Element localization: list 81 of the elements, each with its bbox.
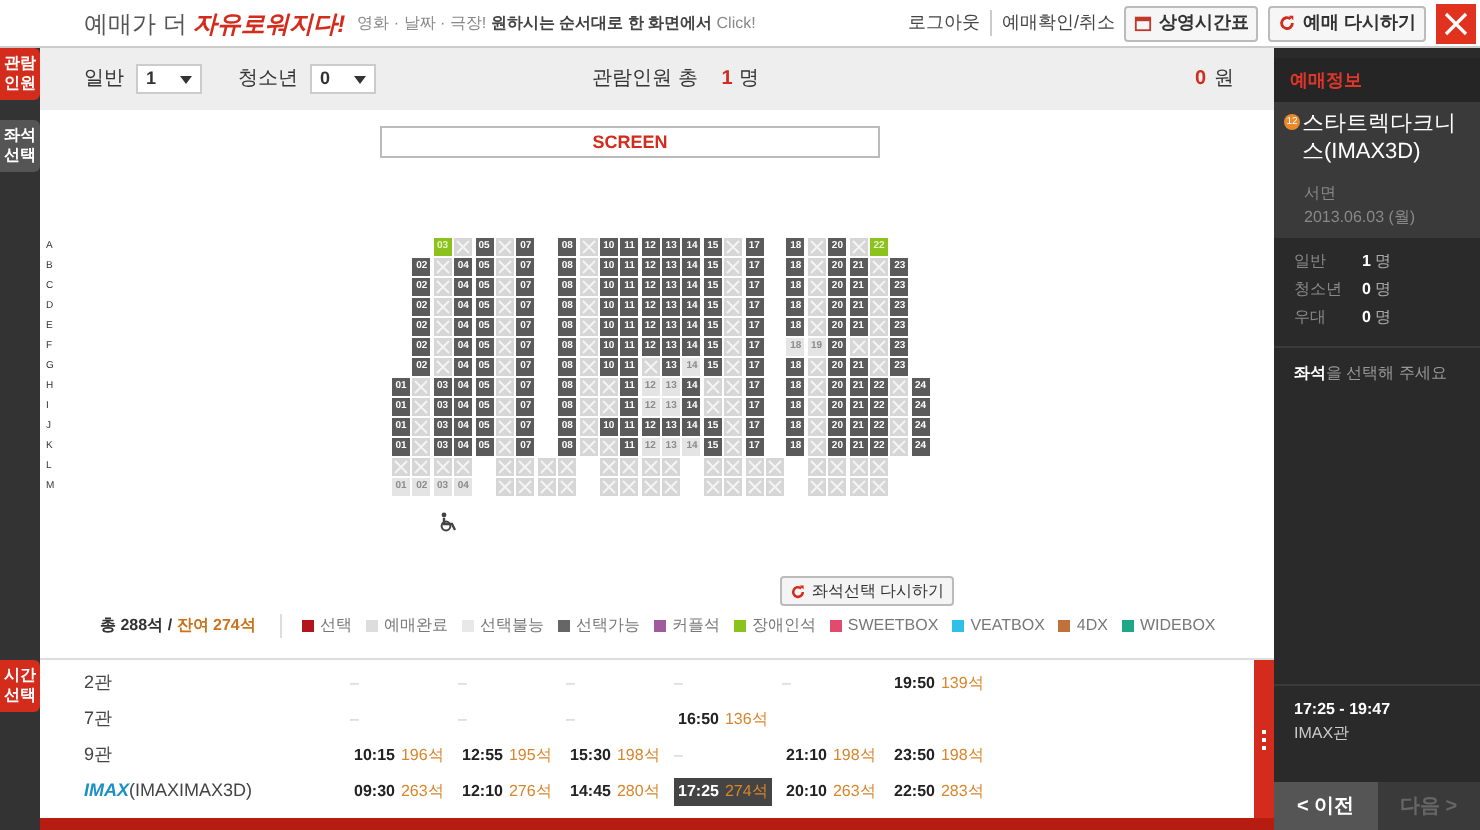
header-link[interactable]: 로그아웃 (907, 9, 980, 37)
seat-prompt: 좌석을 선택해 주세요 (1292, 362, 1449, 384)
scrollbar[interactable] (1254, 660, 1274, 818)
total-unit: 명 (738, 66, 759, 94)
price: 0 (1194, 66, 1206, 94)
caret-icon (354, 75, 366, 83)
header-button[interactable]: 상영시간표 (1124, 5, 1259, 41)
showtime-button[interactable]: 17:25 274석 (674, 778, 772, 806)
close-button[interactable] (1436, 3, 1476, 43)
legend-label: 선택불능 (479, 614, 544, 638)
wheelchair-icon (438, 512, 462, 532)
hall-name: (IMAXIMAX3D) (129, 778, 253, 805)
showtime-button[interactable]: 20:10 263석 (782, 778, 880, 806)
showtime-button[interactable]: 14:45 280석 (566, 778, 664, 806)
showtime-button[interactable]: 23:50 198석 (890, 742, 988, 770)
legend-label: WIDEBOX (1139, 614, 1216, 638)
ticket-label: 일반 (1294, 250, 1328, 274)
movie-title: 스타트렉다크니스(IMAX3D) (1302, 110, 1458, 166)
showtime-button[interactable]: 19:50 139석 (890, 670, 988, 698)
no-showtime: – (458, 672, 467, 696)
legend-label: 커플석 (671, 614, 720, 638)
step-tab[interactable]: 좌석선택 (0, 120, 40, 172)
ticket-label: 우대 (1294, 306, 1328, 330)
show-date: 2013.06.03 (월) (1302, 206, 1418, 230)
theater-name: 서면 (1302, 182, 1338, 206)
legend-label: 장애인석 (751, 614, 816, 638)
no-showtime: – (350, 708, 359, 732)
nav-button[interactable]: < 이전 (1274, 782, 1377, 830)
caret-icon (180, 75, 192, 83)
header-link[interactable]: 예매확인/취소 (989, 9, 1115, 37)
showtime-button[interactable]: 12:55 195석 (458, 742, 556, 770)
no-showtime: – (458, 708, 467, 732)
hall-label: IMAX관 (1294, 722, 1352, 746)
show-time: 17:25 - 19:47 (1294, 698, 1393, 722)
reset-seats-button[interactable]: 좌석선택 다시하기 (780, 576, 955, 606)
price-unit: 원 (1214, 66, 1234, 94)
count-dropdown[interactable]: 0 (310, 64, 376, 94)
calendar-icon (1134, 14, 1153, 32)
audience-label: 일반 (84, 66, 124, 94)
total-count: 1 (721, 66, 733, 94)
seat-count: 총 288석 / 잔여 274석 (100, 614, 256, 638)
header-button[interactable]: 예매 다시하기 (1268, 5, 1426, 41)
total-label: 관람인원 총 (592, 66, 698, 94)
refresh-icon (790, 583, 806, 599)
step-tab[interactable]: 시간선택 (0, 660, 40, 712)
hall-logo: IMAX (84, 778, 129, 805)
step-tab[interactable]: 관람인원 (0, 48, 40, 100)
ticket-count: 1 명 (1362, 250, 1392, 274)
no-showtime: – (782, 672, 791, 696)
audience-label: 청소년 (238, 66, 298, 94)
showtime-button[interactable]: 16:50 136석 (674, 706, 772, 734)
refresh-icon (1278, 14, 1297, 32)
hall-name: 9관 (84, 742, 113, 769)
legend-label: 선택가능 (575, 614, 640, 638)
close-icon (1444, 11, 1468, 35)
hall-name: 7관 (84, 706, 113, 733)
showtime-button[interactable]: 15:30 198석 (566, 742, 664, 770)
no-showtime: – (350, 672, 359, 696)
legend-label: 예매완료 (383, 614, 448, 638)
showtime-button[interactable]: 10:15 196석 (350, 742, 448, 770)
ticket-count: 0 명 (1362, 306, 1392, 330)
showtime-button[interactable]: 21:10 198석 (782, 742, 880, 770)
showtime-button[interactable]: 22:50 283석 (890, 778, 988, 806)
ticket-label: 청소년 (1294, 278, 1344, 302)
showtime-button[interactable]: 09:30 263석 (350, 778, 448, 806)
tagline: 영화 · 날짜 · 극장! 원하시는 순서대로 한 화면에서 Click! (357, 11, 756, 35)
hall-name: 2관 (84, 670, 113, 697)
ticket-count: 0 명 (1362, 278, 1392, 302)
no-showtime: – (674, 672, 683, 696)
no-showtime: – (674, 744, 683, 768)
count-dropdown[interactable]: 1 (136, 64, 202, 94)
legend-label: VEATBOX (970, 614, 1045, 638)
legend-label: SWEETBOX (847, 614, 939, 638)
screen-banner: SCREEN (380, 126, 880, 158)
no-showtime: – (566, 708, 575, 732)
showtime-button[interactable]: 12:10 276석 (458, 778, 556, 806)
no-showtime: – (566, 672, 575, 696)
panel-title: 예매정보 (1274, 58, 1480, 102)
legend-label: 4DX (1076, 614, 1108, 638)
legend-label: 선택 (319, 614, 352, 638)
slogan: 예매가 더 자유로워지다! (84, 7, 346, 41)
